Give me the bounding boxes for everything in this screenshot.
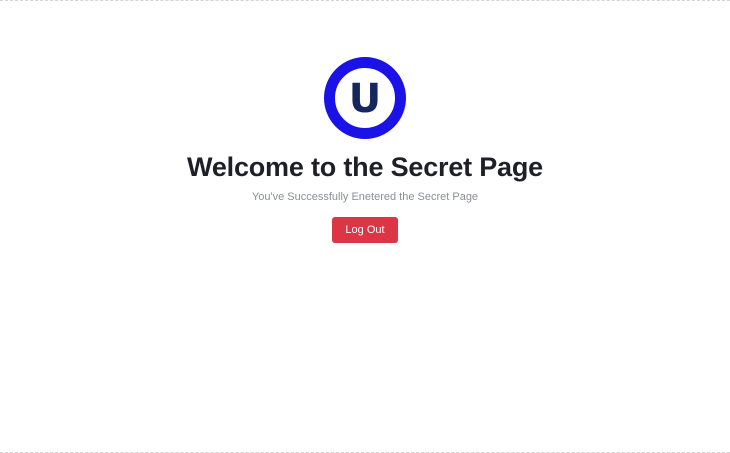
page-title: Welcome to the Secret Page: [187, 152, 543, 182]
welcome-panel: U Welcome to the Secret Page You've Succ…: [0, 57, 730, 243]
secret-page: U Welcome to the Secret Page You've Succ…: [0, 0, 730, 453]
logo-icon: U: [324, 57, 406, 139]
page-subtitle: You've Successfully Enetered the Secret …: [251, 191, 479, 203]
logout-button[interactable]: Log Out: [332, 217, 398, 243]
logo-letter: U: [348, 75, 382, 122]
